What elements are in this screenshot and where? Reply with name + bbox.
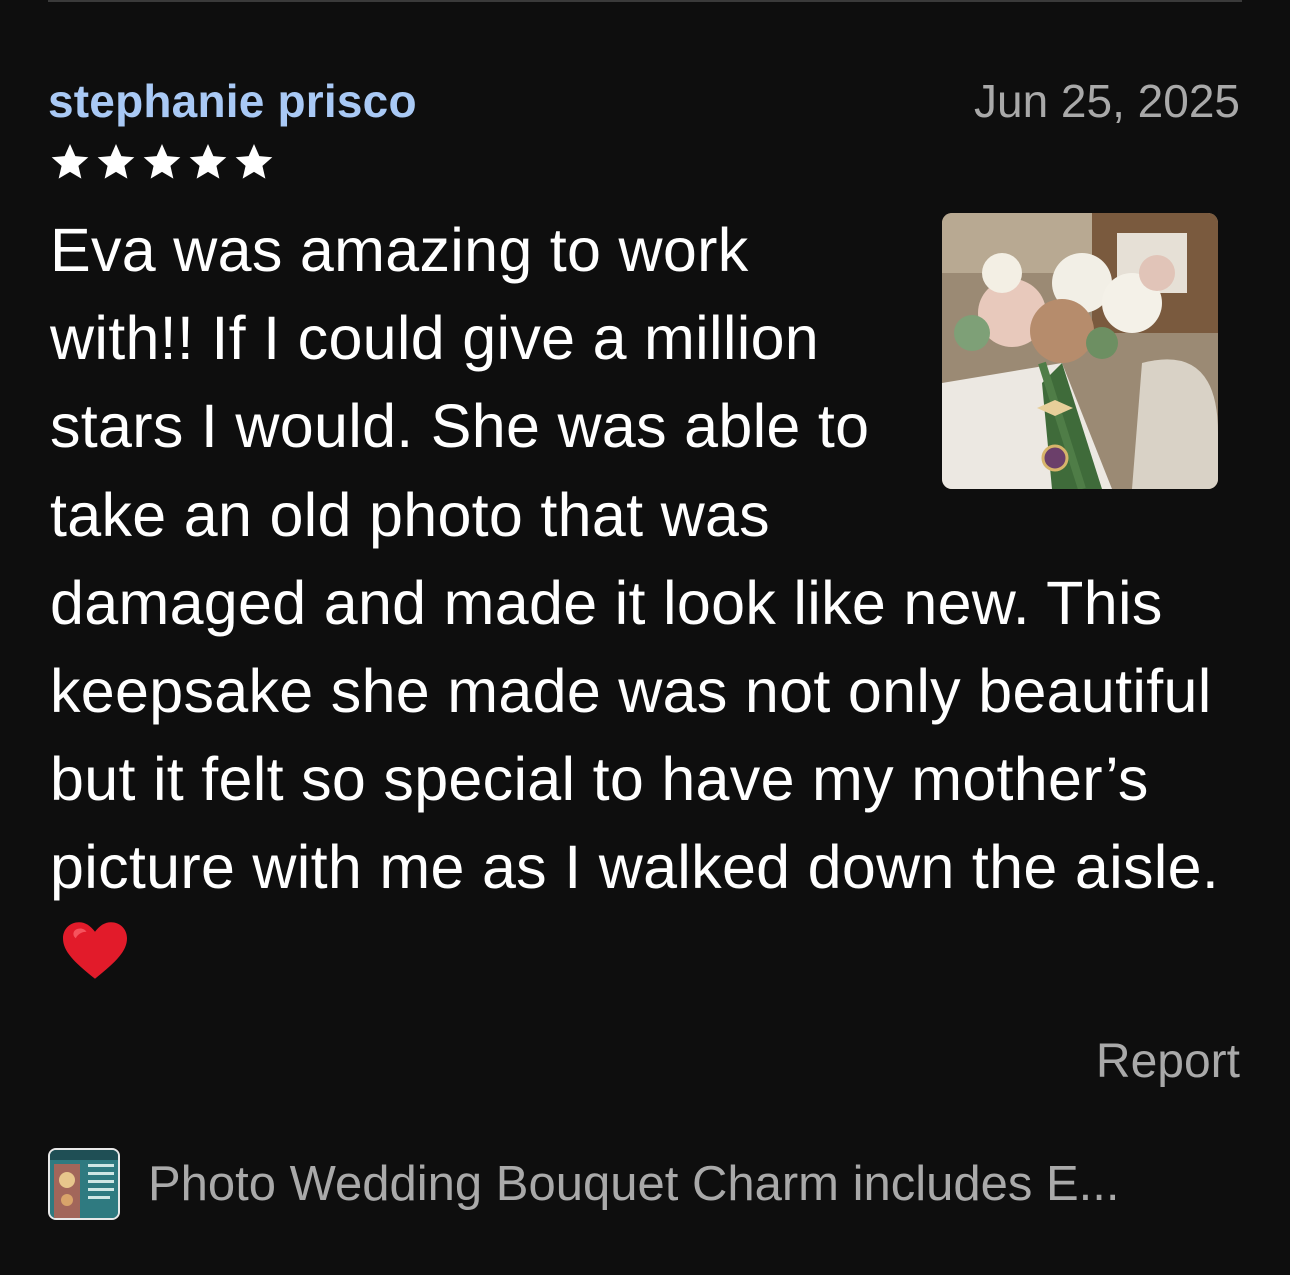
star-rating (48, 140, 276, 184)
photo-spacer (880, 206, 1240, 556)
star-icon (189, 144, 227, 179)
reviewer-name[interactable]: stephanie prisco (48, 74, 417, 128)
review-text: Eva was amazing to work with!! If I coul… (50, 206, 1240, 1000)
report-button[interactable]: Report (1096, 1034, 1240, 1089)
star-icon (51, 144, 89, 179)
product-link[interactable]: Photo Wedding Bouquet Charm includes E..… (48, 1146, 1242, 1222)
product-image-icon (50, 1150, 118, 1218)
star-icon (235, 144, 273, 179)
review-date: Jun 25, 2025 (973, 75, 1240, 127)
review-card: stephanie prisco Jun 25, 2025 Eva was am… (48, 0, 1242, 1275)
product-title: Photo Wedding Bouquet Charm includes E..… (148, 1157, 1120, 1211)
product-thumbnail (48, 1148, 120, 1220)
star-icon (97, 144, 135, 179)
heart-emoji-icon (63, 921, 127, 979)
star-icon (143, 144, 181, 179)
